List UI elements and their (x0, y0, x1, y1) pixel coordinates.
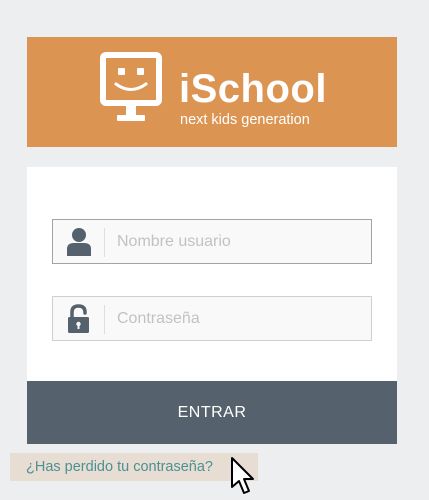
username-input[interactable] (117, 220, 367, 263)
brand-name: iSchool (179, 67, 327, 111)
forgot-password-link[interactable]: ¿Has perdido tu contraseña? (10, 453, 258, 481)
logo-banner: iSchool next kids generation (27, 37, 397, 147)
username-field[interactable] (52, 219, 372, 264)
password-input[interactable] (117, 297, 367, 340)
field-divider (104, 305, 105, 334)
brand-tagline: next kids generation (180, 112, 310, 128)
user-icon (67, 228, 91, 256)
login-button[interactable]: ENTRAR (27, 381, 397, 444)
login-page: iSchool next kids generation ENTRAR ¿Has… (0, 0, 429, 500)
password-field[interactable] (52, 296, 372, 341)
field-divider (104, 228, 105, 257)
login-form (27, 167, 397, 381)
monitor-smiley-icon (100, 52, 162, 121)
unlock-icon (68, 304, 89, 333)
